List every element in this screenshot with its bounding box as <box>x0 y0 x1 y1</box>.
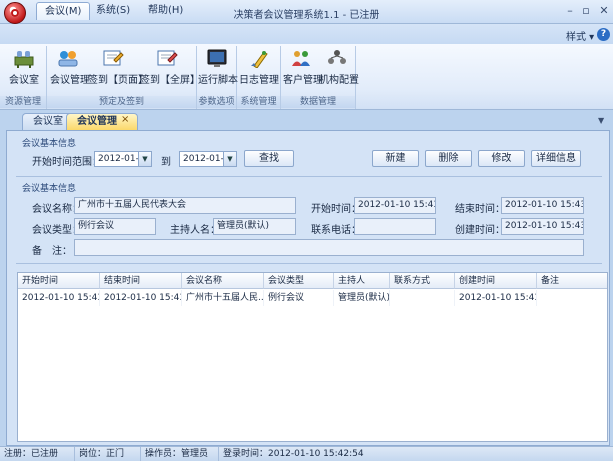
table-cell <box>537 290 607 306</box>
search-section-title: 会议基本信息 <box>22 139 77 149</box>
status-position: 岗位：正门 <box>74 447 138 461</box>
signin-page-icon <box>102 48 124 68</box>
signin-fullscreen-icon <box>156 48 178 68</box>
column-header[interactable]: 主持人 <box>334 273 390 289</box>
tab-meeting[interactable]: 会议(M) <box>36 2 91 20</box>
meeting-name-field[interactable]: 广州市十五届人民代表大会 <box>74 197 296 214</box>
created-time-field[interactable]: 2012-01-10 15:43:40 <box>501 218 584 235</box>
table-cell <box>390 290 455 306</box>
end-time-label: 结束时间： <box>455 204 505 215</box>
ribbon-button-label: 日志管理 <box>239 75 279 86</box>
log-manage-icon <box>248 48 270 69</box>
meeting-manage-button[interactable]: 会议管理 <box>50 48 90 88</box>
range-label: 开始时间范围： <box>32 157 102 168</box>
org-config-icon <box>326 48 348 68</box>
meeting-type-field[interactable]: 例行会议 <box>74 218 156 235</box>
to-label: 到 <box>161 157 171 168</box>
note-field[interactable] <box>74 239 584 256</box>
phone-field[interactable] <box>354 218 436 235</box>
ribbon-button-label: 运行脚本 <box>198 75 238 86</box>
search-button[interactable]: 查找 <box>244 150 294 167</box>
section-divider <box>16 176 602 177</box>
table-cell: 2012-01-10 15:43:40 <box>455 290 537 306</box>
ribbon-button-label: 签到【全屏】 <box>140 75 200 86</box>
created-time-label: 创建时间： <box>455 225 505 236</box>
column-header[interactable]: 备注 <box>537 273 607 289</box>
edit-button[interactable]: 修改 <box>478 150 525 167</box>
end-time-field[interactable]: 2012-01-10 15:43:11 <box>501 197 584 214</box>
ribbon-button-label: 机构配置 <box>319 75 359 86</box>
group-caption: 资源管理 <box>0 96 46 108</box>
table-cell: 例行会议 <box>264 290 334 306</box>
column-header[interactable]: 创建时间 <box>455 273 537 289</box>
start-date-picker[interactable]: 2012-01-03 ▼ <box>94 151 152 167</box>
table-cell: 2012-01-10 15:43:11 <box>18 290 100 306</box>
new-button[interactable]: 新建 <box>372 150 419 167</box>
signin-page-button[interactable]: 签到【页面】 <box>88 48 148 88</box>
group-caption: 系统管理 <box>237 96 280 108</box>
close-button[interactable]: ✕ <box>596 3 612 19</box>
table-cell: 广州市十五届人民... <box>182 290 264 306</box>
status-operator: 操作员：管理员 <box>140 447 216 461</box>
tab-system[interactable]: 系统(S) <box>88 2 138 20</box>
column-header[interactable]: 结束时间 <box>100 273 182 289</box>
end-date-picker[interactable]: 2012-01-17 ▼ <box>179 151 237 167</box>
minimize-button[interactable]: – <box>562 3 578 19</box>
maximize-button[interactable]: ▫ <box>578 3 594 19</box>
run-script-button[interactable]: 运行脚本 <box>198 48 238 88</box>
ribbon-button-label: 签到【页面】 <box>88 75 148 86</box>
chevron-down-icon[interactable]: ▼ <box>223 152 236 166</box>
customer-manage-button[interactable]: 客户管理 <box>283 48 323 88</box>
section-divider <box>16 263 602 264</box>
org-config-button[interactable]: 机构配置 <box>319 48 359 88</box>
tab-help[interactable]: 帮助(H) <box>140 2 191 20</box>
status-login-time: 登录时间：2012-01-10 15:42:54 <box>218 447 368 461</box>
menu-tab-row <box>0 24 613 44</box>
chevron-down-icon[interactable]: ▼ <box>138 152 151 166</box>
ribbon-button-label: 会议室 <box>9 75 39 86</box>
group-caption: 参数选项 <box>197 96 236 108</box>
column-header[interactable]: 会议类型 <box>264 273 334 289</box>
ribbon-button-label: 会议管理 <box>50 75 90 86</box>
detail-section-title: 会议基本信息 <box>22 184 77 194</box>
style-label: 样式 <box>566 32 586 43</box>
host-name-field[interactable]: 管理员(默认) <box>213 218 296 235</box>
group-caption: 预定及签到 <box>47 96 196 108</box>
meeting-room-icon <box>13 48 35 68</box>
status-registered: 注册：已注册 <box>4 449 59 459</box>
column-header[interactable]: 开始时间 <box>18 273 100 289</box>
details-button[interactable]: 详细信息 <box>531 150 581 167</box>
meeting-room-button[interactable]: 会议室 <box>4 48 44 88</box>
style-menu[interactable]: 样式 ▾ <box>566 28 594 43</box>
run-script-icon <box>206 48 228 68</box>
meeting-table[interactable]: 开始时间 结束时间 会议名称 会议类型 主持人 联系方式 创建时间 备注 201… <box>17 272 608 442</box>
doc-tabs-dropdown-icon[interactable]: ▼ <box>598 116 604 125</box>
signin-fullscreen-button[interactable]: 签到【全屏】 <box>140 48 200 88</box>
column-header[interactable]: 会议名称 <box>182 273 264 289</box>
table-cell: 管理员(默认) <box>334 290 390 306</box>
log-manage-button[interactable]: 日志管理 <box>239 48 279 88</box>
group-caption: 数据管理 <box>281 96 355 108</box>
delete-button[interactable]: 删除 <box>425 150 472 167</box>
help-icon[interactable]: ? <box>597 28 610 41</box>
customer-manage-icon <box>290 48 312 68</box>
note-label: 备 注： <box>32 246 72 257</box>
meeting-manage-icon <box>57 48 79 68</box>
column-header[interactable]: 联系方式 <box>390 273 455 289</box>
start-time-field[interactable]: 2012-01-10 15:43:11 <box>354 197 436 214</box>
table-cell: 2012-01-10 15:43:11 <box>100 290 182 306</box>
ribbon-button-label: 客户管理 <box>283 75 323 86</box>
doc-tab-close-icon[interactable]: × <box>121 114 129 125</box>
